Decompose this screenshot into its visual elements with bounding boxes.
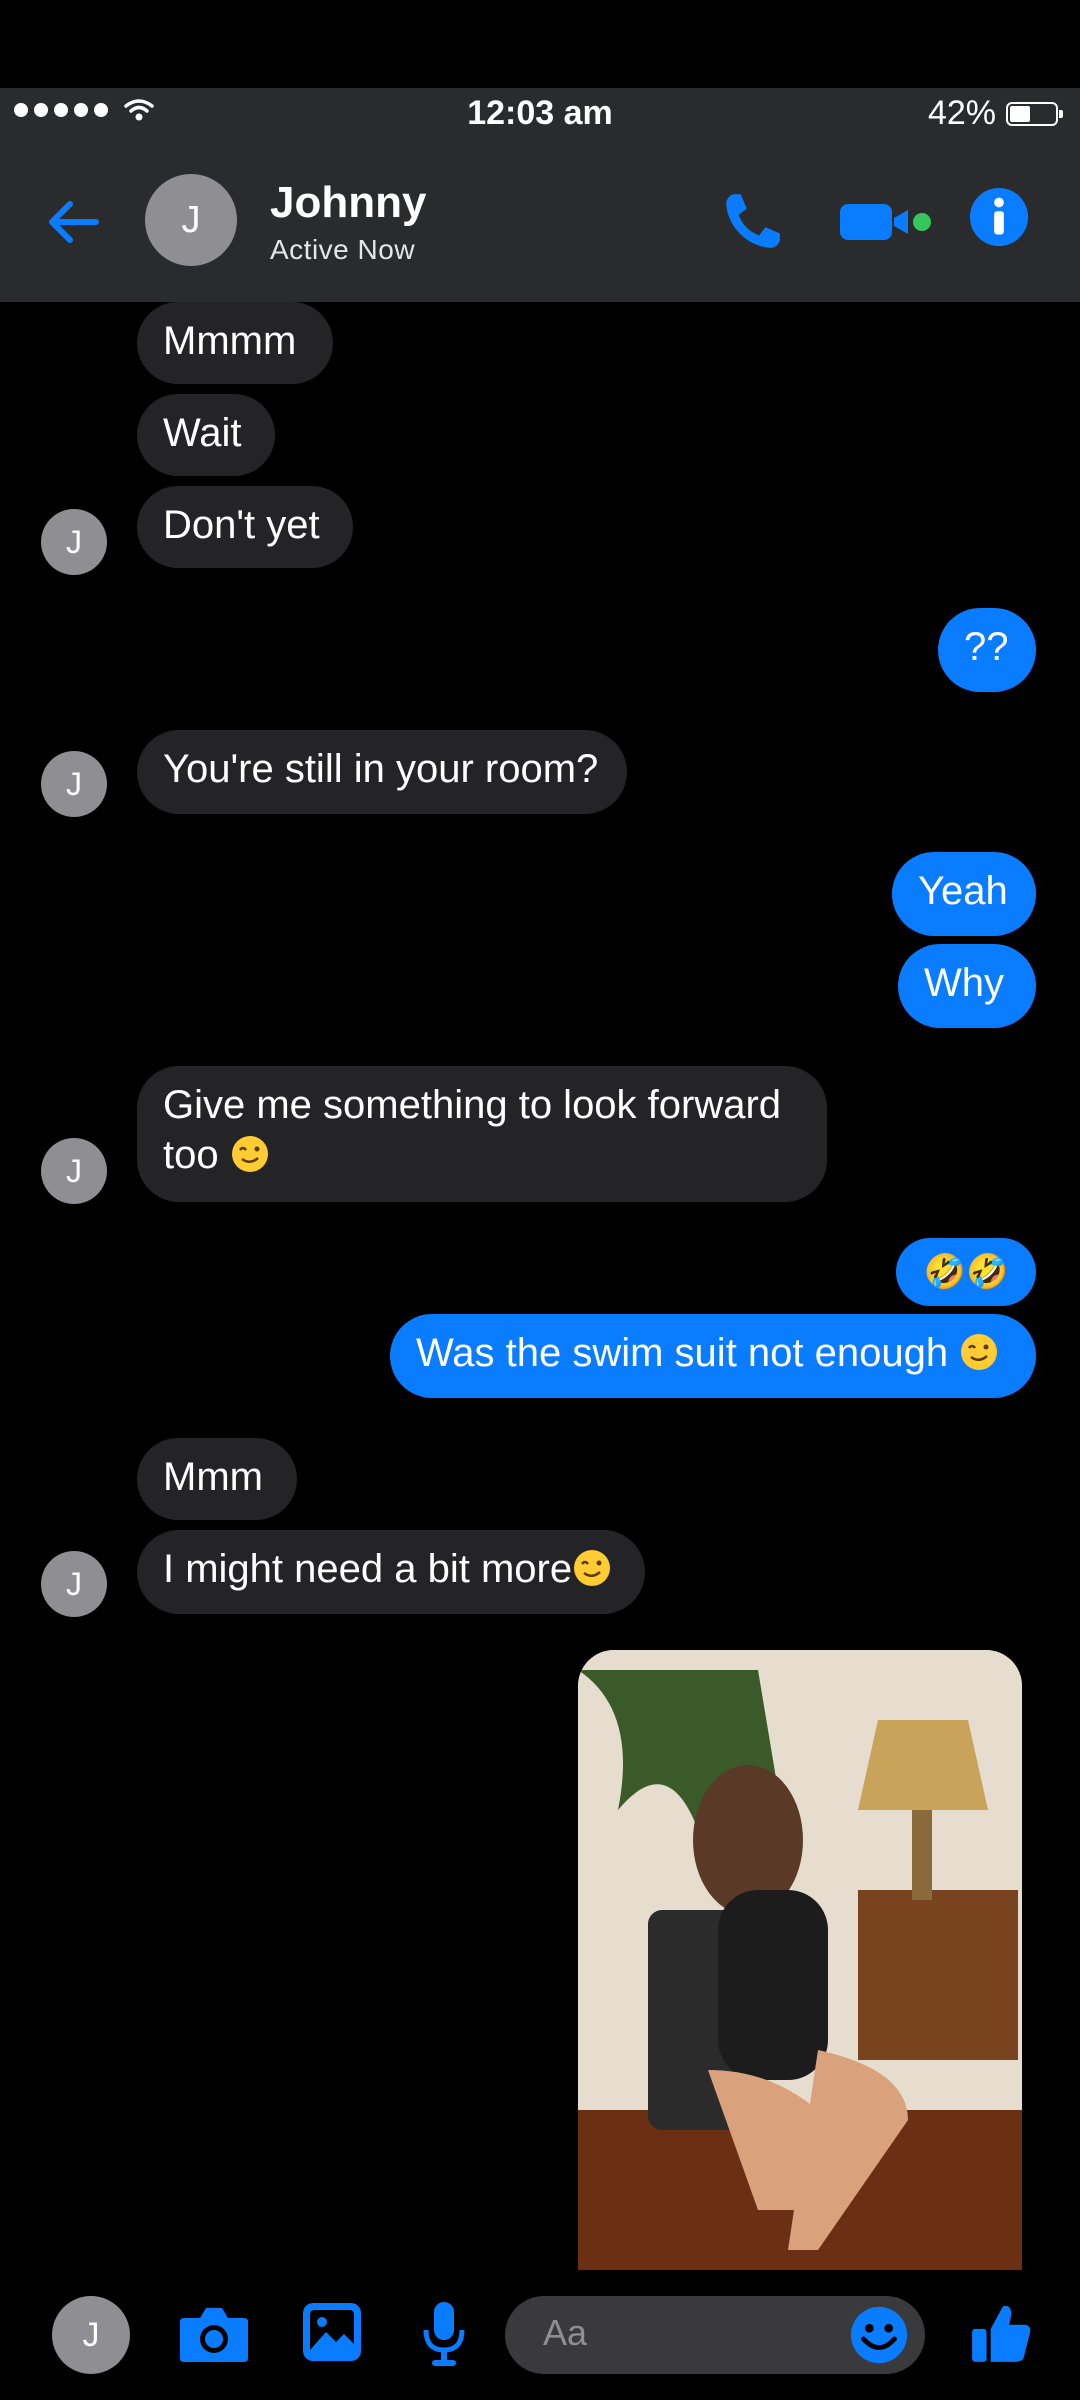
info-icon[interactable] [968, 186, 1030, 248]
battery-percent: 42% [927, 94, 996, 132]
outgoing-message[interactable]: Yeah [892, 852, 1036, 936]
contact-status: Active Now [270, 234, 416, 265]
message-text: too [163, 1133, 219, 1177]
incoming-message[interactable]: Don't yet [137, 486, 353, 568]
outgoing-message[interactable]: 🤣🤣 [896, 1238, 1036, 1306]
battery-status: 42% [927, 94, 1063, 133]
contact-avatar-small[interactable]: J [41, 751, 107, 817]
gallery-icon[interactable] [300, 2300, 364, 2364]
status-bar: 12:03 am 42% [0, 88, 1080, 140]
message-text: Don't yet [163, 503, 320, 547]
camera-icon[interactable] [178, 2304, 250, 2364]
incoming-message[interactable]: You're still in your room? [137, 730, 627, 814]
status-time: 12:03 am [467, 94, 613, 132]
message-text: Wait [163, 411, 242, 455]
contact-avatar[interactable]: J [145, 174, 237, 266]
incoming-message[interactable]: Mmmm [137, 302, 333, 384]
incoming-message[interactable]: Give me something to look forward too [137, 1066, 827, 1202]
outgoing-message[interactable]: Was the swim suit not enough [390, 1314, 1036, 1398]
message-text: Mmmm [163, 319, 297, 363]
emoji-icon[interactable] [848, 2304, 910, 2366]
outgoing-message[interactable]: ?? [938, 608, 1036, 692]
message-text: I might need a bit more [163, 1547, 573, 1591]
incoming-message[interactable]: I might need a bit more [137, 1530, 645, 1614]
winking-face-emoji-icon [574, 1550, 611, 1586]
message-text: ?? [964, 625, 1009, 669]
message-text: Mmm [163, 1455, 263, 1499]
message-list[interactable]: Mmmm Wait J Don't yet ?? J You're still … [0, 302, 1080, 2270]
message-input-placeholder: Aa [543, 2312, 588, 2353]
chat-header: J Johnny Active Now [0, 140, 1080, 302]
user-avatar[interactable]: J [52, 2296, 130, 2374]
message-text: You're still in your room? [163, 747, 599, 791]
phone-icon[interactable] [720, 188, 786, 254]
video-camera-icon[interactable] [836, 198, 932, 246]
contact-avatar-small[interactable]: J [41, 1138, 107, 1204]
photo-message[interactable] [578, 1650, 1022, 2270]
composer-bar: J Aa [0, 2270, 1080, 2400]
contact-avatar-small[interactable]: J [41, 1551, 107, 1617]
winking-face-emoji-icon [231, 1136, 268, 1172]
message-text: Yeah [918, 869, 1008, 913]
message-text: Why [924, 961, 1004, 1005]
contact-name[interactable]: Johnny [270, 178, 426, 228]
outgoing-message[interactable]: Why [898, 944, 1036, 1028]
incoming-message[interactable]: Mmm [137, 1438, 297, 1520]
thumbs-up-icon[interactable] [968, 2300, 1034, 2366]
battery-icon [1006, 101, 1063, 126]
message-text: Was the swim suit not enough [416, 1331, 949, 1375]
incoming-message[interactable]: Wait [137, 394, 275, 476]
photo-image [578, 1650, 1022, 2270]
message-text: Give me something to look forward [163, 1083, 782, 1127]
message-text: 🤣🤣 [923, 1253, 1009, 1291]
contact-avatar-small[interactable]: J [41, 509, 107, 575]
top-band [0, 0, 1080, 88]
back-arrow-icon[interactable] [40, 190, 104, 254]
microphone-icon[interactable] [420, 2298, 468, 2370]
winking-face-emoji-icon [961, 1334, 998, 1370]
